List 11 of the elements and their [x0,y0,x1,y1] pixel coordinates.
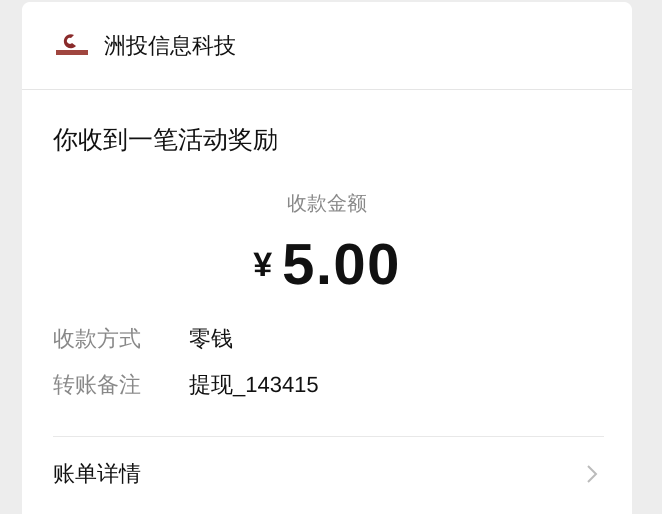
detail-value: 提现_143415 [189,374,319,396]
detail-value: 零钱 [189,328,233,350]
amount-value: 5.00 [282,236,401,294]
detail-label: 转账备注 [53,374,142,396]
chevron-right-icon [586,464,598,484]
merchant-name: 洲投信息科技 [104,32,236,60]
detail-label: 收款方式 [53,328,142,350]
bill-details-row[interactable]: 账单详情 [53,437,604,490]
currency-symbol: ¥ [253,244,272,286]
amount-label: 收款金额 [287,194,367,214]
receipt-title: 你收到一笔活动奖励 [53,128,279,153]
